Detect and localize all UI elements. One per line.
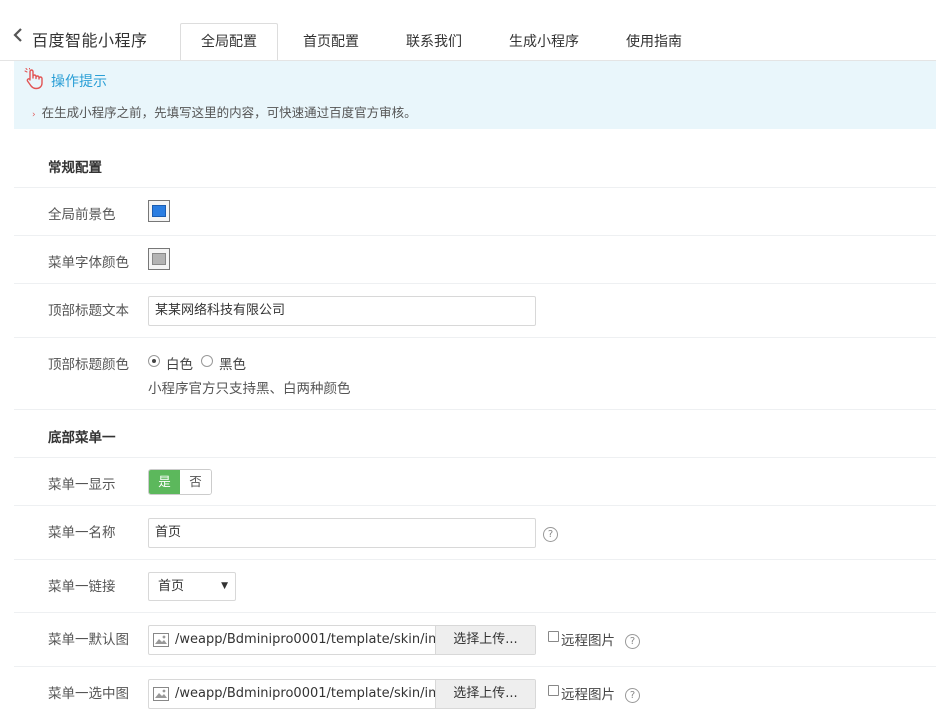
menu-font-color-swatch — [152, 253, 166, 265]
row-menu1-link: 菜单一链接 首页 ▼ — [14, 560, 936, 613]
tip-title: 操作提示 — [51, 74, 107, 90]
row-foreground-color: 全局前景色 — [14, 188, 936, 236]
top-title-color-label: 顶部标题颜色 — [48, 357, 129, 373]
caret-right-icon: › — [32, 110, 36, 120]
row-top-title-text: 顶部标题文本 某某网络科技有限公司 — [14, 284, 936, 338]
radio-black-label: 黑色 — [219, 357, 246, 373]
menu1-default-image-path[interactable]: /weapp/Bdminipro0001/template/skin/im — [175, 626, 437, 654]
tab-generate-miniprogram[interactable]: 生成小程序 — [484, 23, 604, 59]
tip-text-content: 在生成小程序之前，先填写这里的内容，可快速通过百度官方审核。 — [41, 105, 417, 120]
menu1-selected-remote-checkbox[interactable] — [548, 685, 559, 696]
section-menu1: 底部菜单一 — [14, 410, 936, 458]
question-circle-icon[interactable]: ? — [543, 527, 558, 542]
question-circle-icon[interactable]: ? — [625, 688, 640, 703]
menu1-name-label: 菜单一名称 — [48, 525, 116, 541]
menu1-selected-image-upload: /weapp/Bdminipro0001/template/skin/im 选择… — [148, 679, 536, 709]
menu1-name-input[interactable]: 首页 — [148, 518, 536, 548]
toggle-yes-button[interactable]: 是 — [149, 470, 180, 494]
foreground-color-label: 全局前景色 — [48, 207, 116, 223]
menu1-default-image-upload-button[interactable]: 选择上传... — [435, 626, 535, 654]
top-bar: 百度智能小程序 全局配置 首页配置 联系我们 生成小程序 使用指南 — [0, 0, 936, 61]
tab-home-config[interactable]: 首页配置 — [278, 23, 384, 59]
section-title-general: 常规配置 — [48, 160, 102, 176]
menu1-link-selected: 首页 — [158, 579, 185, 594]
tab-contact-us[interactable]: 联系我们 — [384, 23, 484, 59]
menu1-link-select[interactable]: 首页 ▼ — [148, 572, 236, 601]
top-title-text-input[interactable]: 某某网络科技有限公司 — [148, 296, 536, 326]
foreground-color-picker[interactable] — [148, 200, 170, 222]
chevron-left-icon[interactable] — [12, 26, 30, 46]
operation-tip-box: 操作提示 › 在生成小程序之前，先填写这里的内容，可快速通过百度官方审核。 — [14, 61, 936, 129]
row-menu1-default-image: 菜单一默认图 /weapp/Bdminipro0001/template/ski… — [14, 613, 936, 667]
row-menu1-name: 菜单一名称 首页 ? — [14, 506, 936, 560]
menu1-selected-image-label: 菜单一选中图 — [48, 686, 129, 702]
menu1-selected-image-upload-button[interactable]: 选择上传... — [435, 680, 535, 708]
tab-global-config[interactable]: 全局配置 — [180, 23, 278, 60]
top-title-color-hint: 小程序官方只支持黑、白两种颜色 — [148, 381, 351, 397]
menu1-selected-image-path[interactable]: /weapp/Bdminipro0001/template/skin/im — [175, 680, 437, 708]
menu1-default-image-label: 菜单一默认图 — [48, 632, 129, 648]
foreground-color-swatch — [152, 205, 166, 217]
menu1-default-remote-label: 远程图片 — [561, 633, 615, 649]
row-menu1-display: 菜单一显示 是 否 — [14, 458, 936, 506]
image-icon — [153, 633, 169, 647]
menu1-default-remote-checkbox[interactable] — [548, 631, 559, 642]
menu1-link-label: 菜单一链接 — [48, 579, 116, 595]
section-general: 常规配置 — [14, 140, 936, 188]
row-menu-font-color: 菜单字体颜色 — [14, 236, 936, 284]
row-menu1-selected-image: 菜单一选中图 /weapp/Bdminipro0001/template/ski… — [14, 667, 936, 720]
menu1-default-image-upload: /weapp/Bdminipro0001/template/skin/im 选择… — [148, 625, 536, 655]
menu1-selected-remote-label: 远程图片 — [561, 687, 615, 703]
menu-font-color-label: 菜单字体颜色 — [48, 255, 129, 271]
top-title-text-label: 顶部标题文本 — [48, 303, 129, 319]
radio-white[interactable] — [148, 355, 160, 367]
toggle-no-button[interactable]: 否 — [180, 470, 211, 494]
menu1-display-toggle: 是 否 — [148, 469, 212, 495]
tip-text: › 在生成小程序之前，先填写这里的内容，可快速通过百度官方审核。 — [32, 102, 417, 121]
menu-font-color-picker[interactable] — [148, 248, 170, 270]
tab-user-guide[interactable]: 使用指南 — [604, 23, 704, 59]
caret-down-icon: ▼ — [221, 581, 228, 591]
pointing-hand-icon — [24, 67, 44, 90]
tab-bar: 全局配置 首页配置 联系我们 生成小程序 使用指南 — [180, 23, 704, 60]
menu1-display-label: 菜单一显示 — [48, 477, 116, 493]
app-title: 百度智能小程序 — [32, 31, 148, 50]
row-top-title-color: 顶部标题颜色 白色 黑色 小程序官方只支持黑、白两种颜色 — [14, 338, 936, 410]
section-title-menu1: 底部菜单一 — [48, 430, 116, 446]
question-circle-icon[interactable]: ? — [625, 634, 640, 649]
radio-white-label: 白色 — [166, 357, 193, 373]
radio-black[interactable] — [201, 355, 213, 367]
image-icon — [153, 687, 169, 701]
